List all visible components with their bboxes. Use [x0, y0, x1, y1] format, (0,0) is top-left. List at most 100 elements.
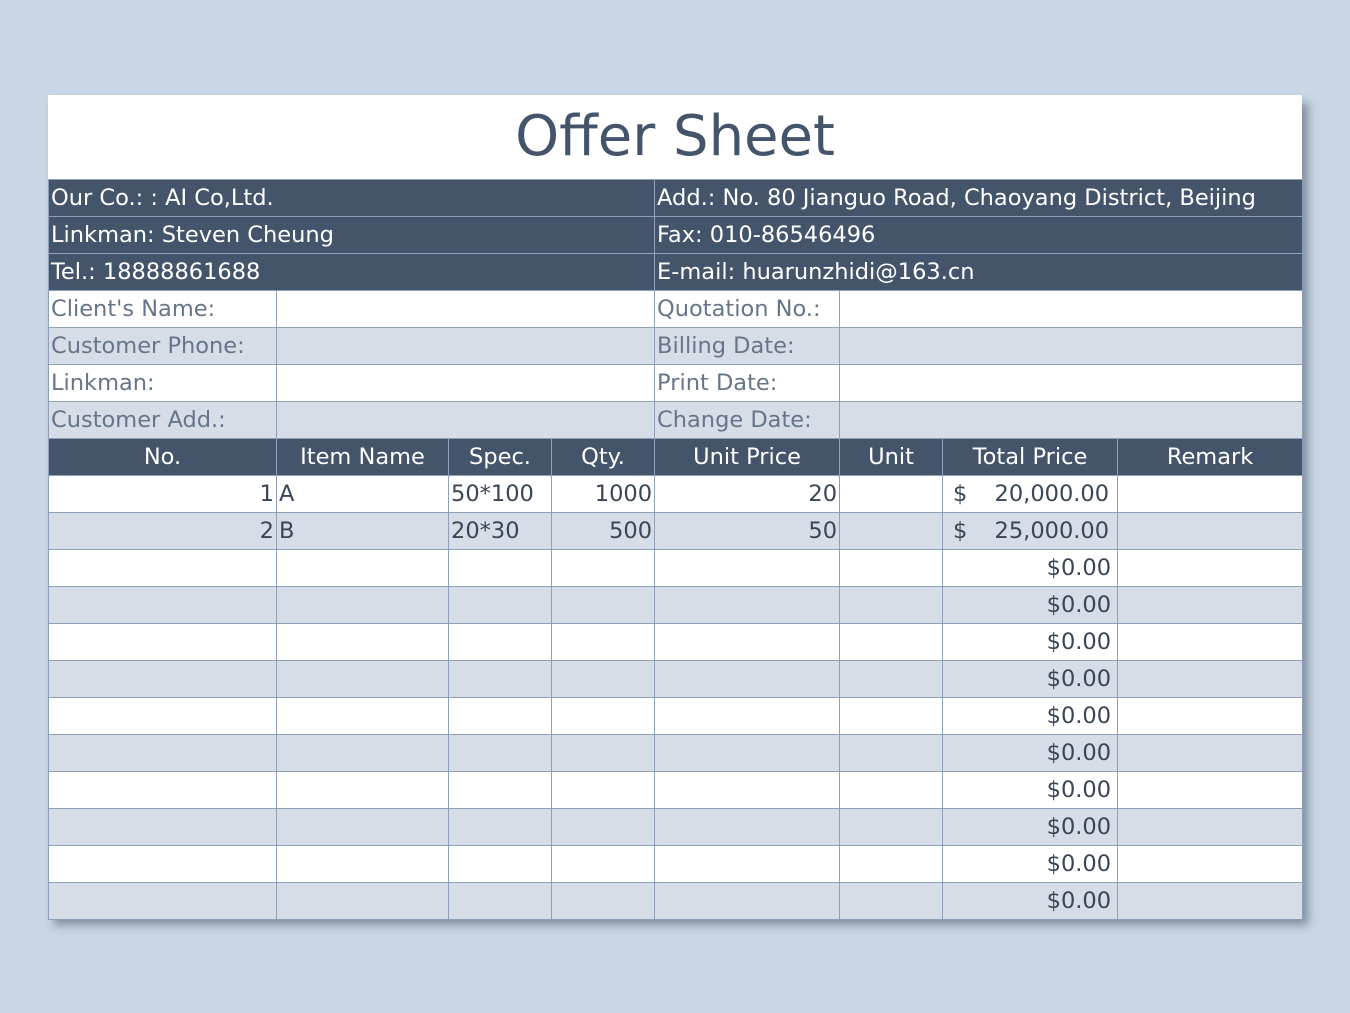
cell-unit-price[interactable] [654, 882, 841, 920]
cell-no[interactable] [48, 586, 277, 624]
cell-unit[interactable] [839, 475, 944, 513]
cell-total-price[interactable]: $0.00 [942, 734, 1119, 772]
billing-date-field[interactable] [839, 327, 1304, 365]
cell-unit-price[interactable] [654, 808, 841, 846]
cell-remark[interactable] [1117, 586, 1304, 624]
cell-unit[interactable] [839, 549, 944, 587]
cell-item-name[interactable] [276, 549, 449, 587]
cell-item-name[interactable] [276, 845, 449, 883]
cell-unit-price[interactable]: 20 [654, 475, 841, 513]
cell-item-name[interactable] [276, 623, 449, 661]
cell-qty[interactable]: 1000 [550, 475, 656, 513]
cell-unit[interactable] [839, 882, 944, 920]
cell-item-name[interactable]: B [276, 512, 449, 550]
cell-spec[interactable] [448, 808, 552, 846]
print-date-field[interactable] [839, 364, 1304, 402]
cell-spec[interactable] [448, 623, 552, 661]
cell-total-price[interactable]: $20,000.00 [942, 475, 1119, 513]
cell-unit[interactable] [839, 697, 944, 735]
cell-remark[interactable] [1117, 660, 1304, 698]
cell-unit[interactable] [839, 734, 944, 772]
cell-no[interactable] [48, 697, 277, 735]
cell-item-name[interactable] [276, 882, 449, 920]
cell-unit-price[interactable] [654, 623, 841, 661]
cell-no[interactable] [48, 623, 277, 661]
customer-address-field[interactable] [275, 401, 656, 439]
cell-total-price[interactable]: $0.00 [942, 660, 1119, 698]
cell-remark[interactable] [1117, 549, 1304, 587]
cell-spec[interactable] [448, 586, 552, 624]
cell-item-name[interactable] [276, 771, 449, 809]
client-name-field[interactable] [275, 290, 656, 328]
cell-no[interactable] [48, 734, 277, 772]
cell-unit[interactable] [839, 808, 944, 846]
cell-unit[interactable] [839, 623, 944, 661]
cell-no[interactable] [48, 549, 277, 587]
cell-spec[interactable] [448, 771, 552, 809]
cell-remark[interactable] [1117, 808, 1304, 846]
cell-unit[interactable] [839, 660, 944, 698]
cell-no[interactable] [48, 808, 277, 846]
change-date-field[interactable] [839, 401, 1304, 439]
cell-total-price[interactable]: $0.00 [942, 549, 1119, 587]
cell-no[interactable] [48, 771, 277, 809]
cell-remark[interactable] [1117, 771, 1304, 809]
cell-spec[interactable]: 50*100 [448, 475, 552, 513]
cell-remark[interactable] [1117, 475, 1304, 513]
client-linkman-field[interactable] [275, 364, 656, 402]
cell-unit-price[interactable] [654, 771, 841, 809]
cell-unit-price[interactable] [654, 660, 841, 698]
cell-unit[interactable] [839, 845, 944, 883]
cell-remark[interactable] [1117, 623, 1304, 661]
cell-total-price[interactable]: $0.00 [942, 586, 1119, 624]
cell-remark[interactable] [1117, 697, 1304, 735]
cell-item-name[interactable] [276, 697, 449, 735]
cell-total-price[interactable]: $0.00 [942, 771, 1119, 809]
cell-unit-price[interactable] [654, 549, 841, 587]
cell-no[interactable] [48, 845, 277, 883]
cell-remark[interactable] [1117, 882, 1304, 920]
cell-total-price[interactable]: $25,000.00 [942, 512, 1119, 550]
cell-total-price[interactable]: $0.00 [942, 623, 1119, 661]
cell-qty[interactable] [550, 845, 656, 883]
cell-spec[interactable] [448, 697, 552, 735]
cell-qty[interactable] [550, 697, 656, 735]
cell-unit[interactable] [839, 512, 944, 550]
cell-item-name[interactable] [276, 660, 449, 698]
cell-unit[interactable] [839, 771, 944, 809]
cell-remark[interactable] [1117, 845, 1304, 883]
cell-unit-price[interactable] [654, 845, 841, 883]
cell-no[interactable] [48, 660, 277, 698]
cell-total-price[interactable]: $0.00 [942, 808, 1119, 846]
cell-unit-price[interactable] [654, 734, 841, 772]
cell-spec[interactable] [448, 845, 552, 883]
quotation-no-field[interactable] [839, 290, 1304, 328]
cell-item-name[interactable] [276, 808, 449, 846]
cell-total-price[interactable]: $0.00 [942, 697, 1119, 735]
cell-qty[interactable] [550, 586, 656, 624]
cell-unit-price[interactable]: 50 [654, 512, 841, 550]
cell-qty[interactable] [550, 882, 656, 920]
cell-item-name[interactable] [276, 734, 449, 772]
cell-no[interactable]: 2 [48, 512, 277, 550]
cell-qty[interactable] [550, 771, 656, 809]
cell-remark[interactable] [1117, 512, 1304, 550]
cell-qty[interactable] [550, 623, 656, 661]
cell-remark[interactable] [1117, 734, 1304, 772]
cell-no[interactable]: 1 [48, 475, 277, 513]
cell-spec[interactable] [448, 549, 552, 587]
customer-phone-field[interactable] [275, 327, 656, 365]
cell-no[interactable] [48, 882, 277, 920]
cell-total-price[interactable]: $0.00 [942, 882, 1119, 920]
cell-spec[interactable] [448, 882, 552, 920]
cell-spec[interactable] [448, 660, 552, 698]
cell-qty[interactable]: 500 [550, 512, 656, 550]
cell-unit[interactable] [839, 586, 944, 624]
cell-qty[interactable] [550, 808, 656, 846]
cell-qty[interactable] [550, 549, 656, 587]
cell-unit-price[interactable] [654, 586, 841, 624]
cell-total-price[interactable]: $0.00 [942, 845, 1119, 883]
cell-item-name[interactable] [276, 586, 449, 624]
cell-spec[interactable]: 20*30 [448, 512, 552, 550]
cell-unit-price[interactable] [654, 697, 841, 735]
